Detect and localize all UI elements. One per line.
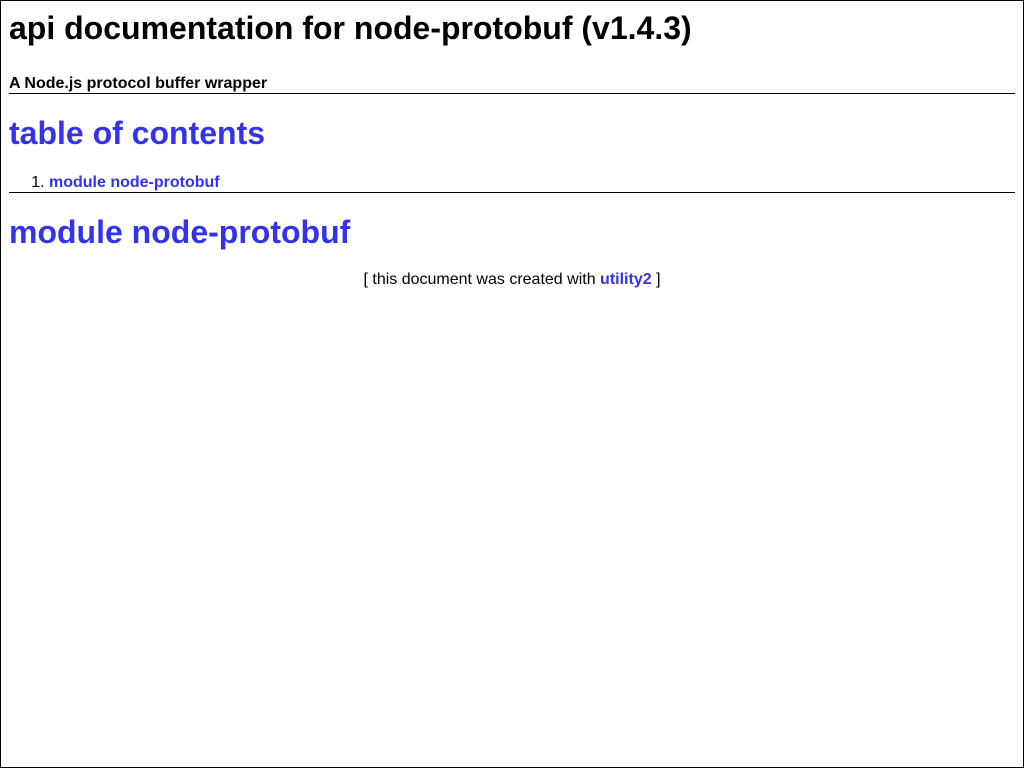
utility2-link[interactable]: utility2 [600, 271, 652, 288]
footer: [ this document was created with utility… [9, 250, 1015, 289]
page-title: api documentation for node-protobuf (v1.… [9, 10, 692, 46]
toc-list: module node-protobuf [9, 151, 1015, 192]
footer-suffix: ] [656, 271, 661, 288]
footer-prefix: [ this document was created with [363, 271, 596, 288]
module-heading-link[interactable]: module node-protobuf [9, 214, 350, 250]
documentation-page: api documentation for node-protobuf (v1.… [1, 1, 1023, 289]
toc-heading-link[interactable]: table of contents [9, 115, 265, 151]
module-heading: module node-protobuf [9, 193, 1015, 250]
toc-heading: table of contents [9, 94, 1015, 151]
toc-item: module node-protobuf [49, 174, 1015, 192]
page-subtitle: A Node.js protocol buffer wrapper [9, 75, 268, 92]
toc-item-module-node-protobuf[interactable]: module node-protobuf [49, 174, 220, 191]
